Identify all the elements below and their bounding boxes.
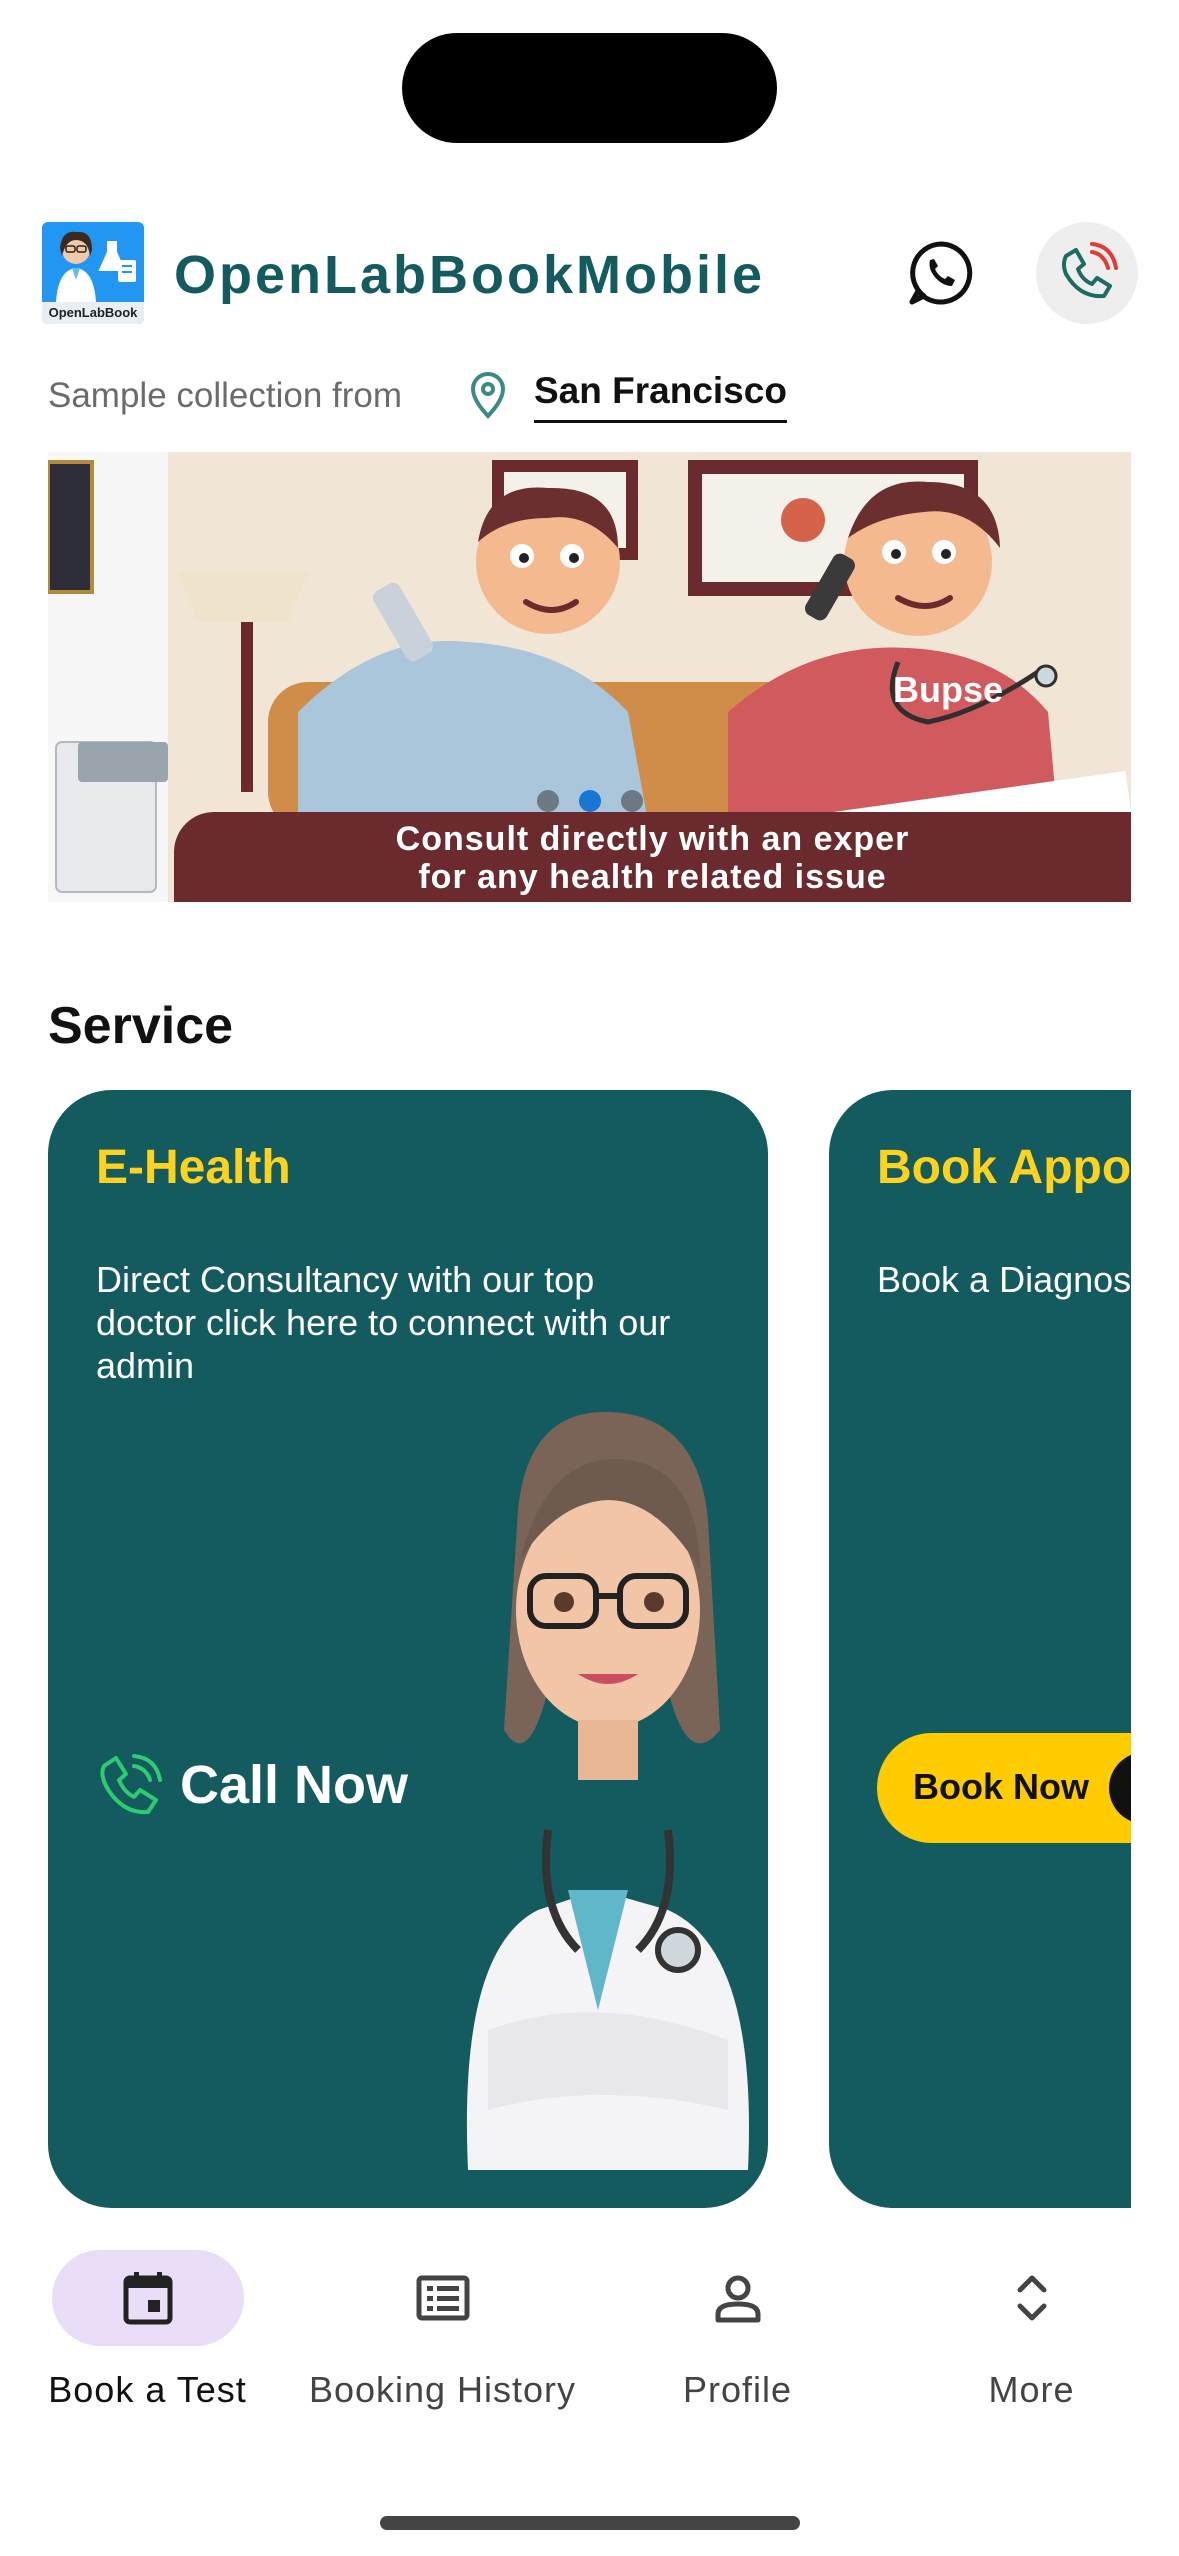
card-description: Direct Consultancy with our top doctor c…	[96, 1259, 671, 1386]
carousel-indicator	[537, 790, 647, 814]
app-logo: OpenLabBook	[42, 222, 144, 324]
arrow-right-icon	[1109, 1752, 1131, 1824]
card-title: Book Appoi	[877, 1141, 1131, 1194]
card-title: E-Health	[96, 1141, 291, 1194]
nav-label: Booking History	[308, 2369, 577, 2410]
whatsapp-icon[interactable]	[906, 238, 976, 308]
promo-banner[interactable]: Bupse Consult directly with an exper for…	[48, 452, 1131, 902]
carousel-dot[interactable]	[537, 790, 559, 812]
bottom-navigation: Book a Test Booking History Profile More	[0, 2240, 1179, 2470]
list-icon	[416, 2275, 469, 2321]
book-appointment-card[interactable]: Book Appoi Book a Diagnos Blood Test , X…	[829, 1090, 1131, 2208]
banner-caption-line-2: for any health related issue	[418, 858, 887, 896]
book-now-button[interactable]: Book Now	[877, 1733, 1131, 1843]
doctor-logo-icon	[56, 231, 136, 302]
sample-collection-label: Sample collection from	[48, 376, 403, 415]
nav-item-booking-history[interactable]: Booking History	[295, 2240, 590, 2470]
banner-caption-line-1: Consult directly with an exper	[395, 820, 910, 858]
card-description: Book a Diagnos Blood Test , X- etc.	[877, 1259, 1131, 1300]
location-selector[interactable]: San Francisco	[534, 370, 787, 423]
nav-item-book-a-test[interactable]: Book a Test	[0, 2240, 295, 2470]
logo-text: OpenLabBook	[42, 302, 144, 324]
location-pin-icon	[470, 371, 506, 419]
nav-item-more[interactable]: More	[884, 2240, 1179, 2470]
nav-label: More	[988, 2369, 1075, 2410]
nav-label: Book a Test	[48, 2369, 247, 2410]
service-section-title: Service	[48, 997, 234, 1055]
call-now-label: Call Now	[180, 1755, 409, 1815]
dynamic-island	[402, 33, 777, 143]
carousel-dot-active[interactable]	[579, 790, 601, 812]
nav-item-profile[interactable]: Profile	[590, 2240, 885, 2470]
call-button[interactable]	[1036, 222, 1138, 324]
nav-label: Profile	[682, 2369, 793, 2410]
book-now-label: Book Now	[913, 1766, 1089, 1807]
calendar-icon	[123, 2272, 172, 2325]
banner-shirt-text: Bupse	[893, 669, 1003, 710]
phone-icon	[100, 1754, 162, 1815]
phone-ringing-icon	[1062, 242, 1118, 299]
service-cards-scroller[interactable]: E-Health Direct Consultancy with our top…	[48, 1090, 1131, 2208]
banner-caption: Consult directly with an exper for any h…	[174, 812, 1131, 902]
app-header: OpenLabBook OpenLabBookMobile	[0, 222, 1179, 324]
ehealth-card[interactable]: E-Health Direct Consultancy with our top…	[48, 1090, 768, 2208]
doctor-illustration	[466, 1411, 749, 2170]
carousel-dot[interactable]	[621, 790, 643, 812]
app-title: OpenLabBookMobile	[174, 245, 765, 305]
home-indicator[interactable]	[380, 2516, 800, 2530]
expand-icon	[1017, 2275, 1046, 2321]
sample-collection-row: Sample collection from San Francisco	[48, 370, 1148, 430]
person-icon	[715, 2275, 760, 2323]
